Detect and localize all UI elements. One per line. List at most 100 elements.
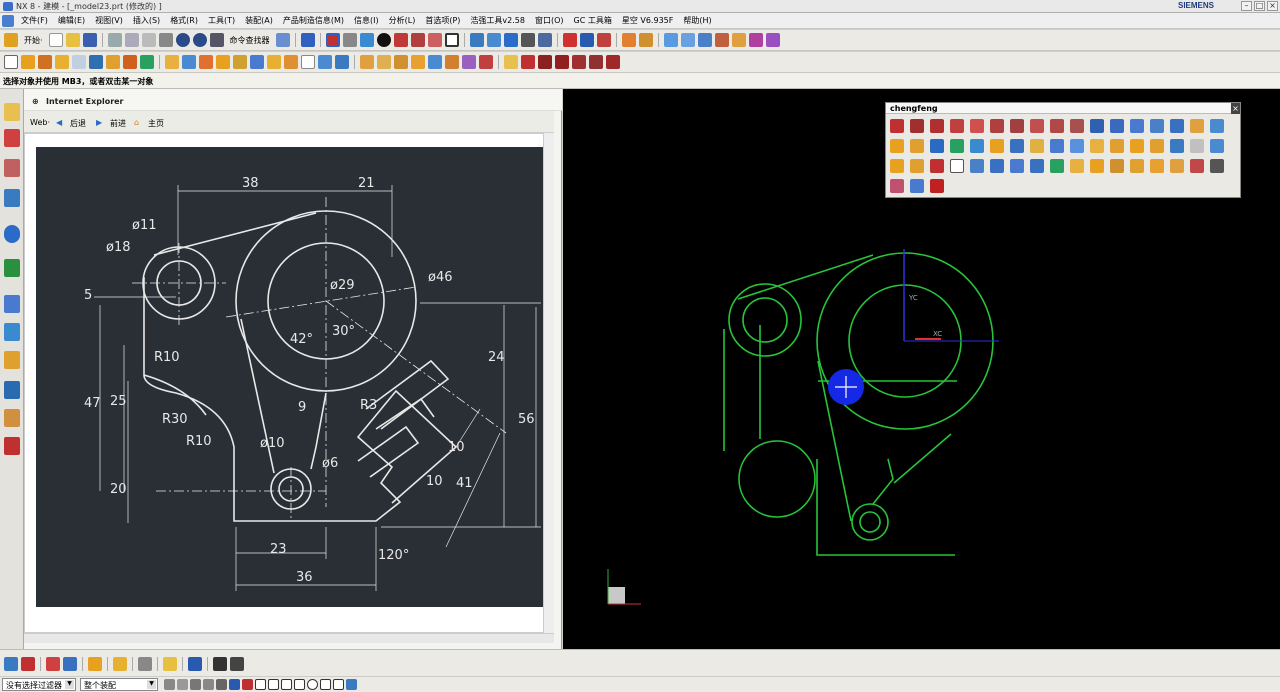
web-browser-icon[interactable]: [4, 225, 20, 243]
snap-icon-5[interactable]: [216, 679, 227, 690]
snap-point-on-curve-icon[interactable]: [333, 679, 344, 690]
ie-vertical-scrollbar[interactable]: [543, 133, 554, 633]
tool-icon-38[interactable]: [950, 159, 964, 173]
sync-icon-2[interactable]: [377, 55, 391, 69]
tool-icon-33[interactable]: [1190, 139, 1204, 153]
snap-intersection-icon[interactable]: [294, 679, 305, 690]
tool-icon-23[interactable]: [990, 139, 1004, 153]
sketch-icon[interactable]: [4, 55, 18, 69]
system-materials-icon[interactable]: [4, 295, 20, 313]
palette-icon[interactable]: [4, 381, 20, 399]
curve-icon-5[interactable]: [572, 55, 586, 69]
ie-horizontal-scrollbar[interactable]: [24, 633, 554, 643]
bottom-icon-11[interactable]: [230, 656, 244, 671]
snap-quadrant-icon[interactable]: [320, 679, 331, 690]
hd3d-icon[interactable]: [4, 437, 20, 455]
trim-body-icon[interactable]: [335, 55, 349, 69]
menu-help[interactable]: 帮助(H): [678, 15, 716, 26]
curve-icon-3[interactable]: [538, 55, 552, 69]
tool-icon-14[interactable]: [1150, 119, 1164, 133]
feature-icon-3[interactable]: [697, 33, 712, 47]
home-button[interactable]: 主页: [148, 118, 164, 129]
tool-icon-11[interactable]: [1090, 119, 1104, 133]
menu-format[interactable]: 格式(R): [165, 15, 203, 26]
window-icon[interactable]: [275, 33, 290, 47]
feature-icon-6[interactable]: [748, 33, 763, 47]
tool-icon-40[interactable]: [990, 159, 1004, 173]
tool-icon-25[interactable]: [1030, 139, 1044, 153]
bottom-icon-3[interactable]: [46, 656, 60, 671]
object-display-icon[interactable]: [621, 33, 636, 47]
tool-icon-27[interactable]: [1070, 139, 1084, 153]
tool-icon-41[interactable]: [1010, 159, 1024, 173]
revolve-icon[interactable]: [38, 55, 52, 69]
menu-gc-toolkit[interactable]: GC 工具箱: [569, 15, 617, 26]
system-scenes-icon[interactable]: [4, 409, 20, 427]
fit-view-icon[interactable]: [325, 33, 340, 47]
edge-display-icon[interactable]: [393, 33, 408, 47]
arc-tool-icon[interactable]: [910, 119, 924, 133]
snap-midpoint-icon[interactable]: [268, 679, 279, 690]
groove-icon[interactable]: [140, 55, 154, 69]
snap-center-icon[interactable]: [307, 679, 318, 690]
tool-icon-16[interactable]: [1190, 119, 1204, 133]
tool-icon-6[interactable]: [990, 119, 1004, 133]
snap-icon-2[interactable]: [177, 679, 188, 690]
curve-icon-7[interactable]: [606, 55, 620, 69]
tool-icon-22[interactable]: [970, 139, 984, 153]
menu-edit[interactable]: 编辑(E): [53, 15, 90, 26]
select-icon[interactable]: [300, 33, 315, 47]
redo-icon[interactable]: [192, 33, 207, 47]
edge-blend-icon[interactable]: [216, 55, 230, 69]
reuse-library-icon[interactable]: [4, 189, 20, 207]
close-button[interactable]: ×: [1267, 1, 1278, 11]
bottom-icon-2[interactable]: [21, 656, 35, 671]
feature-icon-2[interactable]: [680, 33, 695, 47]
copy-icon[interactable]: [124, 33, 139, 47]
menu-insert[interactable]: 插入(S): [128, 15, 165, 26]
hole-icon[interactable]: [55, 55, 69, 69]
tool-icon-44[interactable]: [1070, 159, 1084, 173]
feature-icon-4[interactable]: [714, 33, 729, 47]
curve-icon-6[interactable]: [589, 55, 603, 69]
intersect-icon[interactable]: [199, 55, 213, 69]
background-icon[interactable]: [444, 33, 459, 47]
bottom-icon-7[interactable]: [138, 656, 152, 671]
tool-icon-13[interactable]: [1130, 119, 1144, 133]
undo-icon[interactable]: [175, 33, 190, 47]
shell-icon[interactable]: [250, 55, 264, 69]
snap-icon-4[interactable]: [203, 679, 214, 690]
subtract-icon[interactable]: [182, 55, 196, 69]
line-tool-icon[interactable]: [890, 119, 904, 133]
curve-icon-2[interactable]: [521, 55, 535, 69]
orient-view-icon[interactable]: [469, 33, 484, 47]
tool-icon-36[interactable]: [910, 159, 924, 173]
start-button[interactable]: 开始·: [24, 35, 43, 46]
palette-close-button[interactable]: ×: [1231, 103, 1240, 114]
pad-icon[interactable]: [106, 55, 120, 69]
back-button[interactable]: 后退: [70, 118, 86, 129]
tool-icon-37[interactable]: [930, 159, 944, 173]
tool-icon-35[interactable]: [890, 159, 904, 173]
extrude-icon[interactable]: [21, 55, 35, 69]
layer-icon[interactable]: [503, 33, 518, 47]
draft-icon[interactable]: [267, 55, 281, 69]
tool-icon-8[interactable]: [1030, 119, 1044, 133]
tool-icon-21[interactable]: [950, 139, 964, 153]
sync-icon-3[interactable]: [394, 55, 408, 69]
menu-tools[interactable]: 工具(T): [203, 15, 240, 26]
menu-information[interactable]: 信息(I): [349, 15, 384, 26]
history-icon[interactable]: [4, 259, 20, 277]
tool-icon-24[interactable]: [1010, 139, 1024, 153]
tool-icon-7[interactable]: [1010, 119, 1024, 133]
tool-icon-30[interactable]: [1130, 139, 1144, 153]
section-view-icon[interactable]: [427, 33, 442, 47]
tool-icon-12[interactable]: [1110, 119, 1124, 133]
tool-icon-51[interactable]: [1210, 159, 1224, 173]
snap-end-icon[interactable]: [596, 33, 611, 47]
delete-icon[interactable]: [158, 33, 173, 47]
tool-icon-17[interactable]: [1210, 119, 1224, 133]
pocket-icon[interactable]: [89, 55, 103, 69]
render-style-icon[interactable]: [376, 33, 391, 47]
new-file-icon[interactable]: [48, 33, 63, 47]
